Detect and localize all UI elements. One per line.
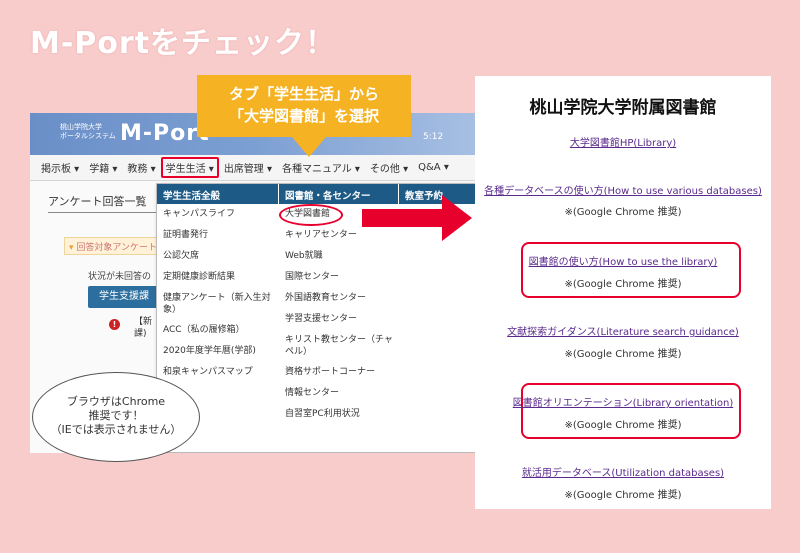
menu-item-christian-center[interactable]: キリスト教センター（チャペル） xyxy=(279,330,399,362)
menu-student-life[interactable]: 学生生活 ▾ xyxy=(160,157,219,178)
alert-text-line1: 【新 xyxy=(134,317,153,327)
survey-notice-label: 回答対象アンケート xyxy=(76,243,158,253)
callout-line2: 「大学図書館」を選択 xyxy=(228,107,379,125)
menu-item-official-absence[interactable]: 公認欠席 xyxy=(157,246,279,267)
menu-item-language-center[interactable]: 外国語教育センター xyxy=(279,288,399,309)
page-title: M-Portをチェック！ xyxy=(30,26,337,61)
highlight-oval xyxy=(279,204,343,226)
link-orientation[interactable]: 図書館オリエンテーション(Library orientation) xyxy=(475,394,771,409)
menu-attendance[interactable]: 出席管理 ▾ xyxy=(219,160,277,175)
dropdown-header-general: 学生生活全般 xyxy=(157,184,279,204)
dropdown-column-general: 学生生活全般 キャンパスライフ 証明書発行 公認欠席 定期健康診断結果 健康アン… xyxy=(157,184,279,383)
note-databases: ※(Google Chrome 推奨) xyxy=(564,207,682,218)
student-support-button[interactable]: 学生支援課 xyxy=(88,286,160,308)
bubble-line3: （IEでは表示されません） xyxy=(50,423,182,436)
link-literature-guidance[interactable]: 文献探索ガイダンス(Literature search guidance) xyxy=(475,323,771,338)
menu-bulletin[interactable]: 掲示板 ▾ xyxy=(36,160,84,175)
instruction-callout: タブ「学生生活」から 「大学図書館」を選択 xyxy=(197,75,411,137)
note-orientation: ※(Google Chrome 推奨) xyxy=(564,420,682,431)
menu-item-health-survey[interactable]: 健康アンケート（新入生対象） xyxy=(157,288,279,320)
menu-item-calendar[interactable]: 2020年度学年暦(学部) xyxy=(157,341,279,362)
bubble-line2: 推奨です！ xyxy=(88,409,144,422)
red-right-arrow-icon xyxy=(362,195,472,241)
menu-qa[interactable]: Q&A ▾ xyxy=(413,162,454,173)
menu-other[interactable]: その他 ▾ xyxy=(365,160,413,175)
menu-item-acc[interactable]: ACC（私の履修箱） xyxy=(157,320,279,341)
bubble-line1: ブラウザはChrome xyxy=(66,395,166,408)
alert-text: 【新 課) xyxy=(134,316,152,340)
menu-item-campus-life[interactable]: キャンパスライフ xyxy=(157,204,279,225)
link-library-hp[interactable]: 大学図書館HP(Library) xyxy=(475,134,771,149)
note-literature-guidance: ※(Google Chrome 推奨) xyxy=(564,349,682,360)
clock: 5:12 xyxy=(423,132,444,142)
menu-item-international-center[interactable]: 国際センター xyxy=(279,267,399,288)
library-title: 桃山学院大学附属図書館 xyxy=(529,98,717,118)
callout-tail xyxy=(292,137,326,157)
link-library-usage[interactable]: 図書館の使い方(How to use the library) xyxy=(475,253,771,268)
callout-line1: タブ「学生生活」から xyxy=(228,85,379,103)
menu-item-information-center[interactable]: 情報センター xyxy=(279,383,399,404)
menu-manuals[interactable]: 各種マニュアル ▾ xyxy=(277,160,365,175)
status-text: 状況が未回答の xyxy=(88,272,152,282)
menu-registration[interactable]: 学籍 ▾ xyxy=(84,160,122,175)
university-name-line2: ポータルシステム xyxy=(60,132,116,140)
alert-text-line2: 課) xyxy=(134,329,147,339)
university-name: 桃山学院大学 ポータルシステム xyxy=(60,123,116,141)
menu-item-qualification-support[interactable]: 資格サポートコーナー xyxy=(279,362,399,383)
university-name-line1: 桃山学院大学 xyxy=(60,123,102,131)
menu-item-study-room-pc[interactable]: 自習室PC利用状況 xyxy=(279,404,399,425)
note-job-databases: ※(Google Chrome 推奨) xyxy=(564,490,682,501)
survey-notice[interactable]: ▾ 回答対象アンケート xyxy=(64,237,164,255)
exclamation-circle-icon: ! xyxy=(109,319,120,330)
menu-item-campus-map[interactable]: 和泉キャンパスマップ xyxy=(157,362,279,383)
menu-item-certificate[interactable]: 証明書発行 xyxy=(157,225,279,246)
link-job-databases[interactable]: 就活用データベース(Utilization databases) xyxy=(475,464,771,479)
library-panel: 桃山学院大学附属図書館 大学図書館HP(Library) 各種データベースの使い… xyxy=(475,76,771,509)
menu-item-health-check[interactable]: 定期健康診断結果 xyxy=(157,267,279,288)
menu-academic[interactable]: 教務 ▾ xyxy=(122,160,160,175)
browser-note-bubble: ブラウザはChrome 推奨です！ （IEでは表示されません） xyxy=(32,372,200,462)
survey-list-title: アンケート回答一覧 xyxy=(48,193,158,213)
main-menubar: 掲示板 ▾ 学籍 ▾ 教務 ▾ 学生生活 ▾ 出席管理 ▾ 各種マニュアル ▾ … xyxy=(30,155,476,181)
link-databases[interactable]: 各種データベースの使い方(How to use various database… xyxy=(475,182,771,197)
menu-item-web-job[interactable]: Web就職 xyxy=(279,246,399,267)
menu-item-learning-support[interactable]: 学習支援センター xyxy=(279,309,399,330)
note-library-usage: ※(Google Chrome 推奨) xyxy=(564,279,682,290)
